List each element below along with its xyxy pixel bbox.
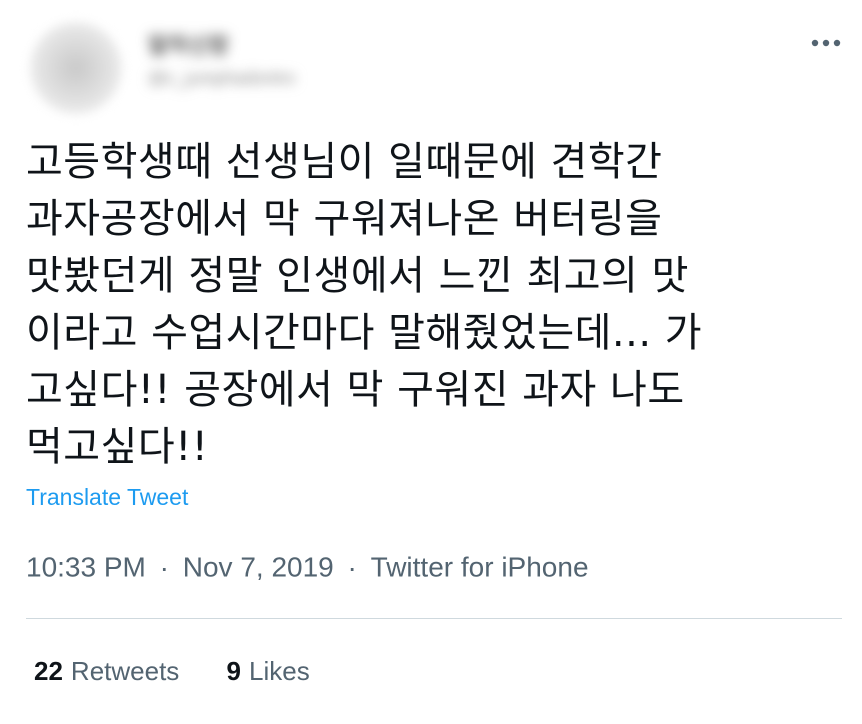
- tweet-text: 고등학생때 선생님이 일때문에 견학간 과자공장에서 막 구워져나온 버터링을 …: [26, 139, 703, 470]
- retweets-stat[interactable]: 22 Retweets: [34, 656, 179, 687]
- divider: [26, 618, 842, 619]
- more-button[interactable]: [806, 28, 846, 58]
- retweets-count: 22: [34, 656, 63, 686]
- meta-separator: ·: [347, 551, 357, 583]
- more-horizontal-icon: [811, 39, 841, 47]
- tweet-meta: 10:33 PM · Nov 7, 2019 · Twitter for iPh…: [26, 550, 589, 584]
- translate-tweet-link[interactable]: Translate Tweet: [26, 484, 188, 511]
- avatar[interactable]: [30, 22, 122, 114]
- author-name[interactable]: 말하신랑: [148, 28, 268, 58]
- likes-label: Likes: [249, 656, 310, 686]
- meta-separator: ·: [159, 551, 169, 583]
- likes-stat[interactable]: 9 Likes: [227, 656, 310, 687]
- tweet-date[interactable]: Nov 7, 2019: [183, 552, 334, 583]
- tweet-time[interactable]: 10:33 PM: [26, 552, 146, 583]
- tweet-header: 말하신랑 @c_jumphadontro: [26, 10, 846, 114]
- tweet-stats: 22 Retweets 9 Likes: [34, 656, 350, 687]
- retweets-label: Retweets: [70, 656, 180, 686]
- tweet-source[interactable]: Twitter for iPhone: [371, 552, 589, 583]
- likes-count: 9: [226, 656, 242, 686]
- author-handle[interactable]: @c_jumphadontro: [148, 68, 408, 90]
